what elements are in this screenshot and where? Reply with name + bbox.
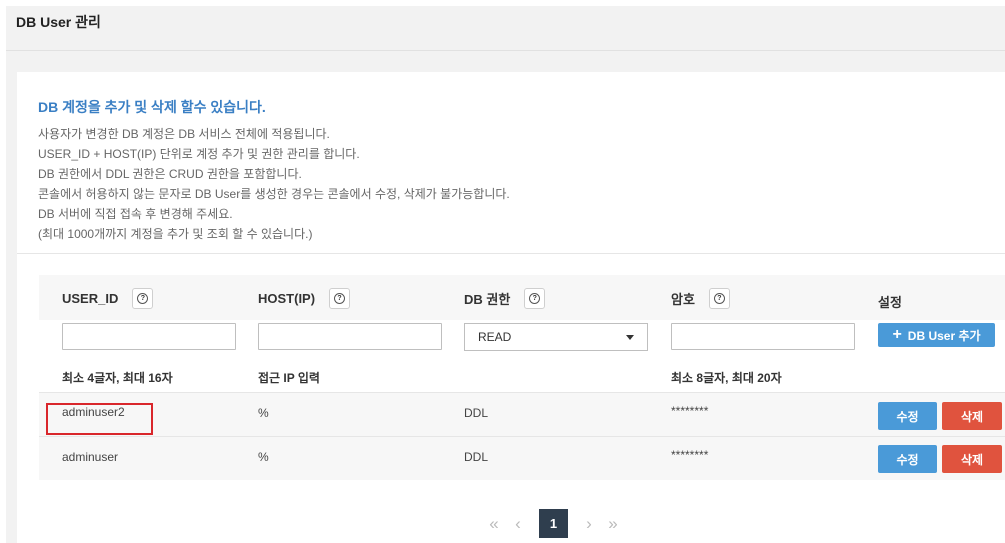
prev-page-icon[interactable]: ‹ bbox=[506, 514, 530, 534]
password-input[interactable] bbox=[671, 323, 855, 350]
notice-box: DB 계정을 추가 및 삭제 할수 있습니다. 사용자가 변경한 DB 계정은 … bbox=[17, 72, 1005, 254]
host-input[interactable] bbox=[258, 323, 442, 350]
header-host-label: HOST(IP) bbox=[258, 291, 316, 306]
plus-icon: + bbox=[892, 326, 902, 343]
pagination: « ‹ 1 › » bbox=[482, 509, 625, 538]
user-id-hint: 최소 4글자, 최대 16자 bbox=[62, 371, 173, 385]
notice-lines: 사용자가 변경한 DB 계정은 DB 서비스 전체에 적용됩니다. USER_I… bbox=[38, 124, 510, 244]
help-icon[interactable] bbox=[708, 288, 730, 309]
header-settings: 설정 bbox=[878, 292, 902, 311]
highlight-box bbox=[46, 403, 153, 435]
header-user-id: USER_ID bbox=[62, 288, 154, 309]
notice-line: 콘솔에서 허용하지 않는 문자로 DB User를 생성한 경우는 콘솔에서 수… bbox=[38, 187, 510, 201]
header-permission: DB 권한 bbox=[464, 288, 546, 309]
notice-line: USER_ID + HOST(IP) 단위로 계정 추가 및 권한 관리를 합니… bbox=[38, 147, 360, 161]
notice-line: 사용자가 변경한 DB 계정은 DB 서비스 전체에 적용됩니다. bbox=[38, 127, 330, 141]
page-title: DB User 관리 bbox=[16, 14, 101, 30]
cell-user-id: adminuser bbox=[62, 450, 119, 464]
help-icon[interactable] bbox=[524, 288, 546, 309]
permission-select[interactable]: READ bbox=[464, 323, 648, 351]
add-user-row: READ + DB User 추가 bbox=[39, 320, 1005, 358]
page-number-current[interactable]: 1 bbox=[539, 509, 568, 538]
cell-host: % bbox=[258, 406, 269, 420]
hint-row: 최소 4글자, 최대 16자 접근 IP 입력 최소 8글자, 최대 20자 bbox=[39, 358, 1005, 393]
table-row: adminuser2 % DDL ******** 수정 삭제 bbox=[39, 393, 1005, 437]
notice-line: DB 서버에 직접 접속 후 변경해 주세요. bbox=[38, 207, 233, 221]
header-user-id-label: USER_ID bbox=[62, 291, 119, 306]
cell-host: % bbox=[258, 450, 269, 464]
cell-password: ******** bbox=[671, 448, 709, 462]
header-password-label: 암호 bbox=[671, 292, 695, 307]
cell-password: ******** bbox=[671, 404, 709, 418]
edit-button[interactable]: 수정 bbox=[878, 402, 937, 430]
header-password: 암호 bbox=[671, 288, 730, 309]
add-db-user-label: DB User 추가 bbox=[907, 328, 981, 343]
user-id-input[interactable] bbox=[62, 323, 236, 350]
header-settings-label: 설정 bbox=[878, 295, 902, 310]
table-header-row: USER_ID HOST(IP) DB 권한 암호 설정 bbox=[39, 275, 1005, 320]
host-hint: 접근 IP 입력 bbox=[258, 371, 320, 385]
cell-permission: DDL bbox=[464, 450, 489, 464]
permission-select-value: READ bbox=[478, 330, 512, 344]
password-hint: 최소 8글자, 최대 20자 bbox=[671, 371, 782, 385]
header-host: HOST(IP) bbox=[258, 288, 351, 309]
help-icon[interactable] bbox=[132, 288, 154, 309]
delete-button[interactable]: 삭제 bbox=[942, 402, 1002, 430]
cell-permission: DDL bbox=[464, 406, 489, 420]
delete-button[interactable]: 삭제 bbox=[942, 445, 1002, 473]
add-db-user-button[interactable]: + DB User 추가 bbox=[878, 323, 995, 347]
next-page-icon[interactable]: › bbox=[577, 514, 601, 534]
header-permission-label: DB 권한 bbox=[464, 292, 511, 307]
table-row: adminuser % DDL ******** 수정 삭제 bbox=[39, 437, 1005, 480]
caret-down-icon bbox=[626, 335, 634, 340]
notice-title: DB 계정을 추가 및 삭제 할수 있습니다. bbox=[38, 99, 266, 115]
page-container: DB User 관리 DB 계정을 추가 및 삭제 할수 있습니다. 사용자가 … bbox=[6, 6, 1005, 543]
help-icon[interactable] bbox=[329, 288, 351, 309]
notice-line: (최대 1000개까지 계정을 추가 및 조회 할 수 있습니다.) bbox=[38, 227, 313, 241]
page-header: DB User 관리 bbox=[6, 6, 1005, 51]
edit-button[interactable]: 수정 bbox=[878, 445, 937, 473]
notice-line: DB 권한에서 DDL 권한은 CRUD 권한을 포함합니다. bbox=[38, 167, 302, 181]
first-page-icon[interactable]: « bbox=[482, 514, 506, 534]
last-page-icon[interactable]: » bbox=[601, 514, 625, 534]
content-panel: DB 계정을 추가 및 삭제 할수 있습니다. 사용자가 변경한 DB 계정은 … bbox=[17, 72, 1005, 543]
